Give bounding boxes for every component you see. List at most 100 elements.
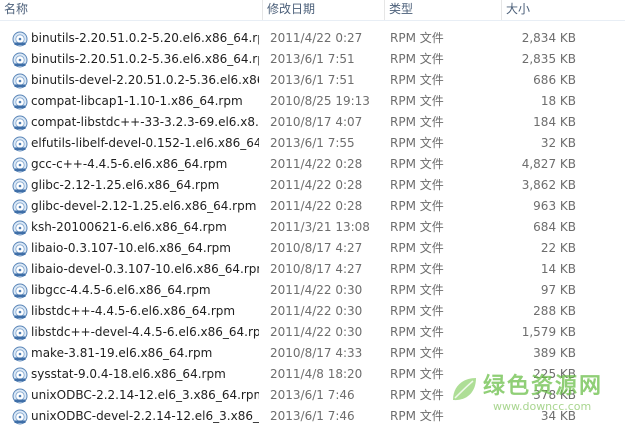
- file-name: libaio-devel-0.3.107-10.el6.x86_64.rpm: [31, 262, 259, 276]
- rpm-file-icon: [12, 199, 28, 215]
- rpm-file-icon: [12, 52, 28, 68]
- rpm-file-icon: [12, 157, 28, 173]
- file-size: 14 KB: [540, 262, 576, 276]
- file-type: RPM 文件: [390, 115, 444, 129]
- file-name: libgcc-4.4.5-6.el6.x86_64.rpm: [31, 283, 211, 297]
- file-size: 684 KB: [533, 220, 576, 234]
- rpm-file-icon: [12, 283, 28, 299]
- file-type: RPM 文件: [390, 241, 444, 255]
- file-name: compat-libcap1-1.10-1.x86_64.rpm: [31, 94, 243, 108]
- file-row[interactable]: binutils-devel-2.20.51.0.2-5.36.el6.x86.…: [0, 70, 625, 91]
- file-row[interactable]: make-3.81-19.el6.x86_64.rpm 2010/8/17 4:3…: [0, 343, 625, 364]
- file-type: RPM 文件: [390, 283, 444, 297]
- file-size: 184 KB: [533, 115, 576, 129]
- file-row[interactable]: compat-libstdc++-33-3.2.3-69.el6.x8... 20…: [0, 112, 625, 133]
- file-row[interactable]: libaio-devel-0.3.107-10.el6.x86_64.rpm 20…: [0, 259, 625, 280]
- column-header-date-modified[interactable]: 修改日期: [263, 0, 385, 20]
- file-row[interactable]: binutils-2.20.51.0.2-5.36.el6.x86_64.rpm…: [0, 49, 625, 70]
- file-name: elfutils-libelf-devel-0.152-1.el6.x86_64…: [31, 136, 259, 150]
- file-type: RPM 文件: [390, 199, 444, 213]
- file-date-modified: 2011/4/22 0:28: [270, 178, 363, 192]
- file-date-modified: 2011/3/21 13:08: [270, 220, 370, 234]
- file-name: ksh-20100621-6.el6.x86_64.rpm: [31, 220, 227, 234]
- file-row[interactable]: compat-libcap1-1.10-1.x86_64.rpm 2010/8/2…: [0, 91, 625, 112]
- file-type: RPM 文件: [390, 325, 444, 339]
- file-size: 3,862 KB: [521, 178, 576, 192]
- file-date-modified: 2010/8/25 19:13: [270, 94, 370, 108]
- file-date-modified: 2011/4/22 0:27: [270, 31, 363, 45]
- file-name: binutils-devel-2.20.51.0.2-5.36.el6.x86.…: [31, 73, 259, 87]
- file-date-modified: 2013/6/1 7:46: [270, 388, 355, 402]
- rpm-file-icon: [12, 178, 28, 194]
- rpm-file-icon: [12, 94, 28, 110]
- file-size: 97 KB: [540, 283, 576, 297]
- file-date-modified: 2011/4/8 18:20: [270, 367, 363, 381]
- file-name: glibc-devel-2.12-1.25.el6.x86_64.rpm: [31, 199, 257, 213]
- file-name: unixODBC-devel-2.2.14-12.el6_3.x86_...: [31, 409, 259, 423]
- column-header-bar: 名称 修改日期 类型 大小: [0, 0, 625, 21]
- file-row[interactable]: binutils-2.20.51.0.2-5.20.el6.x86_64.rpm…: [0, 28, 625, 49]
- file-type: RPM 文件: [390, 346, 444, 360]
- file-type: RPM 文件: [390, 73, 444, 87]
- file-type: RPM 文件: [390, 388, 444, 402]
- file-row[interactable]: libgcc-4.4.5-6.el6.x86_64.rpm 2011/4/22 0…: [0, 280, 625, 301]
- file-date-modified: 2013/6/1 7:55: [270, 136, 355, 150]
- column-header-type[interactable]: 类型: [385, 0, 502, 20]
- file-type: RPM 文件: [390, 409, 444, 423]
- file-name: compat-libstdc++-33-3.2.3-69.el6.x8...: [31, 115, 259, 129]
- file-row[interactable]: libstdc++-4.4.5-6.el6.x86_64.rpm 2011/4/2…: [0, 301, 625, 322]
- file-type: RPM 文件: [390, 220, 444, 234]
- file-size: 686 KB: [533, 73, 576, 87]
- file-row[interactable]: ksh-20100621-6.el6.x86_64.rpm 2011/3/21 1…: [0, 217, 625, 238]
- file-row[interactable]: libstdc++-devel-4.4.5-6.el6.x86_64.rpm 20…: [0, 322, 625, 343]
- file-row[interactable]: unixODBC-2.2.14-12.el6_3.x86_64.rpm 2013/…: [0, 385, 625, 406]
- file-date-modified: 2011/4/22 0:30: [270, 304, 363, 318]
- rpm-file-icon: [12, 136, 28, 152]
- file-row[interactable]: glibc-devel-2.12-1.25.el6.x86_64.rpm 2011…: [0, 196, 625, 217]
- file-type: RPM 文件: [390, 367, 444, 381]
- rpm-file-icon: [12, 346, 28, 362]
- file-name: libaio-0.3.107-10.el6.x86_64.rpm: [31, 241, 231, 255]
- file-size: 389 KB: [533, 346, 576, 360]
- file-row[interactable]: elfutils-libelf-devel-0.152-1.el6.x86_64…: [0, 133, 625, 154]
- file-size: 22 KB: [540, 241, 576, 255]
- file-date-modified: 2011/4/22 0:28: [270, 157, 363, 171]
- file-type: RPM 文件: [390, 262, 444, 276]
- file-date-modified: 2010/8/17 4:33: [270, 346, 363, 360]
- file-name: glibc-2.12-1.25.el6.x86_64.rpm: [31, 178, 220, 192]
- file-row[interactable]: unixODBC-devel-2.2.14-12.el6_3.x86_... 20…: [0, 406, 625, 427]
- file-name: libstdc++-devel-4.4.5-6.el6.x86_64.rpm: [31, 325, 259, 339]
- file-type: RPM 文件: [390, 31, 444, 45]
- file-name: binutils-2.20.51.0.2-5.36.el6.x86_64.rpm: [31, 52, 259, 66]
- file-date-modified: 2011/4/22 0:30: [270, 325, 363, 339]
- file-date-modified: 2013/6/1 7:46: [270, 409, 355, 423]
- file-name: binutils-2.20.51.0.2-5.20.el6.x86_64.rpm: [31, 31, 259, 45]
- file-type: RPM 文件: [390, 157, 444, 171]
- rpm-file-icon: [12, 325, 28, 341]
- file-size: 2,834 KB: [521, 31, 576, 45]
- file-size: 288 KB: [533, 304, 576, 318]
- file-name: gcc-c++-4.4.5-6.el6.x86_64.rpm: [31, 157, 228, 171]
- file-type: RPM 文件: [390, 136, 444, 150]
- rpm-file-icon: [12, 262, 28, 278]
- file-date-modified: 2010/8/17 4:27: [270, 241, 363, 255]
- column-header-size[interactable]: 大小: [502, 0, 585, 20]
- file-row[interactable]: sysstat-9.0.4-18.el6.x86_64.rpm 2011/4/8 …: [0, 364, 625, 385]
- rpm-file-icon: [12, 31, 28, 47]
- file-name: unixODBC-2.2.14-12.el6_3.x86_64.rpm: [31, 388, 259, 402]
- file-row[interactable]: gcc-c++-4.4.5-6.el6.x86_64.rpm 2011/4/22 …: [0, 154, 625, 175]
- file-row[interactable]: libaio-0.3.107-10.el6.x86_64.rpm 2010/8/1…: [0, 238, 625, 259]
- file-type: RPM 文件: [390, 94, 444, 108]
- rpm-file-icon: [12, 241, 28, 257]
- rpm-file-icon: [12, 220, 28, 236]
- rpm-file-icon: [12, 409, 28, 425]
- file-size: 4,827 KB: [521, 157, 576, 171]
- file-name: libstdc++-4.4.5-6.el6.x86_64.rpm: [31, 304, 236, 318]
- file-type: RPM 文件: [390, 178, 444, 192]
- file-date-modified: 2011/4/22 0:30: [270, 283, 363, 297]
- file-date-modified: 2013/6/1 7:51: [270, 73, 355, 87]
- column-header-name[interactable]: 名称: [0, 0, 263, 20]
- file-type: RPM 文件: [390, 304, 444, 318]
- file-row[interactable]: glibc-2.12-1.25.el6.x86_64.rpm 2011/4/22 …: [0, 175, 625, 196]
- file-size: 963 KB: [533, 199, 576, 213]
